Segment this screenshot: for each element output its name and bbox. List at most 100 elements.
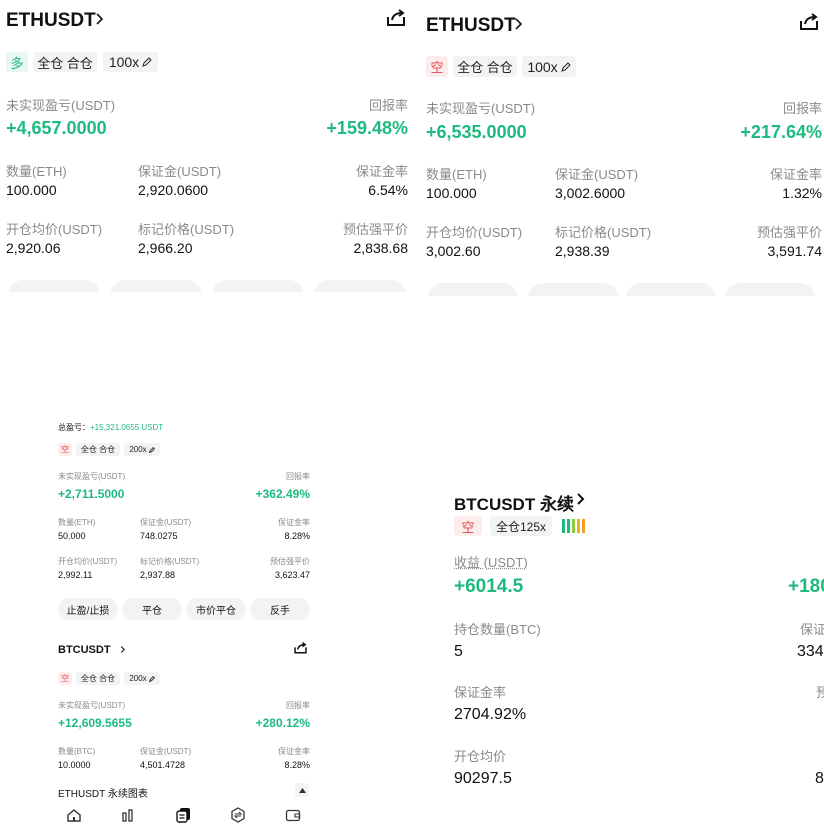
risk-bar [577, 519, 580, 533]
position-card-eth-short: ETHUSDT 空 全仓 合仓 100x 未实现盈亏(USDT) 回报率 +6,… [420, 0, 824, 296]
market-close-button[interactable]: 市价平仓 [186, 598, 246, 620]
roe-value: +362.49% [255, 487, 310, 501]
chevron-right-icon[interactable] [95, 12, 105, 26]
pnl-value: +6014.5 [454, 576, 524, 597]
margin-label: 保证金(USDT) [140, 518, 192, 527]
entry-label: 开仓均价(USDT) [6, 222, 103, 237]
mark-label: 标记价格(USDT) [555, 225, 652, 240]
leverage-value: 100x [527, 58, 558, 75]
leverage-chip[interactable]: 100x [103, 52, 158, 72]
margin-rate-value: 6.54% [368, 182, 408, 198]
symbol-title[interactable]: BTCUSDT 永续 [454, 490, 574, 515]
position-list-screen: 总盈亏：+15,321.0655 USDT 空 全仓 合仓 200x 未实现盈亏… [52, 412, 318, 824]
liq-value: 3,623.47 [274, 570, 310, 580]
action-button-cut[interactable] [428, 283, 518, 296]
share-icon[interactable] [798, 12, 820, 32]
margin-mode-chip[interactable]: 全仓125x [490, 516, 552, 536]
entry-value: 2,920.06 [6, 240, 61, 256]
roe-label: 回报率 [286, 472, 310, 481]
trade-icon[interactable] [175, 807, 193, 823]
action-button-cut[interactable] [314, 280, 406, 292]
margin-rate-label: 保证金率 [278, 518, 310, 527]
qty-value: 50.000 [58, 531, 86, 541]
action-button-cut[interactable] [110, 280, 202, 292]
side-badge: 空 [58, 443, 72, 456]
futures-icon[interactable] [230, 807, 246, 823]
share-icon[interactable] [385, 8, 407, 28]
liq-label: 预估强平价 [756, 225, 822, 240]
tp-sl-button[interactable]: 止盈/止损 [58, 598, 118, 620]
mark-label: 标记价格(USDT) [140, 557, 200, 566]
total-pnl-label: 总盈亏： [58, 423, 90, 432]
leverage-value: 200x [129, 445, 147, 454]
pnl-value: +12,609.5655 [58, 716, 132, 730]
side-badge: 空 [426, 56, 448, 77]
wallet-icon[interactable] [285, 809, 301, 822]
reverse-button[interactable]: 反手 [250, 598, 310, 620]
qty-label: 数量(BTC) [58, 747, 96, 756]
margin-mode-chip: 全仓 合仓 [76, 672, 120, 685]
pnl-value: +6,535.0000 [426, 122, 527, 142]
qty-value: 5 [454, 643, 463, 660]
action-button-cut[interactable] [626, 283, 716, 296]
leverage-chip[interactable]: 200x [124, 443, 160, 456]
roe-label: 回报率 [368, 98, 408, 113]
market-icon[interactable] [120, 808, 136, 822]
qty-label: 数量(ETH) [58, 518, 96, 527]
home-icon[interactable] [66, 808, 82, 822]
entry-value: 3,002.60 [426, 243, 481, 259]
risk-bar [567, 519, 570, 533]
margin-rate-label: 保证金率 [454, 685, 507, 700]
margin-value: 3,002.6000 [555, 185, 626, 201]
roe-value-partial: +180 [788, 576, 824, 597]
action-button-cut[interactable] [528, 283, 618, 296]
chevron-right-icon[interactable] [120, 645, 126, 654]
share-icon[interactable] [293, 641, 308, 655]
btc-perp-position-card: BTCUSDT 永续 空 全仓125x 收益 (USDT) +6014.5 +1… [448, 478, 824, 824]
margin-value-partial: 334 [797, 643, 824, 660]
edit-icon [142, 57, 152, 67]
risk-bar [572, 519, 575, 533]
margin-rate-value: 8.28% [284, 531, 310, 541]
leverage-chip[interactable]: 200x [124, 672, 160, 685]
edit-icon [148, 675, 155, 682]
chevron-right-icon[interactable] [576, 492, 586, 506]
roe-label: 回报率 [782, 101, 822, 116]
entry-label: 开仓均价 [454, 749, 507, 764]
risk-bar [562, 519, 565, 533]
liq-value: 3,591.74 [767, 243, 823, 259]
margin-rate-label: 保证金率 [278, 747, 310, 756]
margin-value: 4,501.4728 [140, 760, 186, 770]
symbol-title[interactable]: ETHUSDT [426, 15, 516, 37]
pnl-label: 收益 (USDT) [454, 555, 528, 570]
leverage-chip[interactable]: 100x [522, 56, 576, 77]
action-button-cut[interactable] [8, 280, 100, 292]
mark-value: 2,966.20 [138, 240, 193, 256]
margin-mode-chip: 全仓 合仓 [76, 443, 120, 456]
liq-value: 2,838.68 [353, 240, 409, 256]
collapse-button[interactable] [295, 783, 309, 797]
action-button-cut[interactable] [212, 280, 304, 292]
margin-value: 2,920.0600 [138, 182, 209, 198]
action-button-cut[interactable] [725, 283, 815, 296]
risk-level-bars [562, 519, 588, 533]
symbol-title[interactable]: ETHUSDT [6, 10, 96, 32]
chart-link[interactable]: ETHUSDT 永续图表 [58, 785, 148, 800]
margin-mode-chip: 全仓 合仓 [453, 56, 517, 77]
edit-icon [148, 446, 155, 453]
close-position-button[interactable]: 平仓 [122, 598, 182, 620]
pnl-label: 未实现盈亏(USDT) [58, 472, 126, 481]
side-badge: 空 [454, 516, 482, 536]
entry-label: 开仓均价(USDT) [426, 225, 523, 240]
mark-value: 2,937.88 [140, 570, 176, 580]
roe-value: +280.12% [255, 716, 310, 730]
side-badge: 空 [58, 672, 72, 685]
pnl-value: +4,657.0000 [6, 118, 107, 138]
total-pnl: 总盈亏：+15,321.0655 USDT [58, 422, 163, 433]
chevron-right-icon[interactable] [514, 17, 524, 31]
symbol-title[interactable]: BTCUSDT [58, 644, 111, 656]
entry-label: 开仓均价(USDT) [58, 557, 118, 566]
risk-bar [582, 519, 585, 533]
margin-rate-label: 保证金率 [355, 164, 408, 179]
roe-label: 回报率 [286, 701, 310, 710]
